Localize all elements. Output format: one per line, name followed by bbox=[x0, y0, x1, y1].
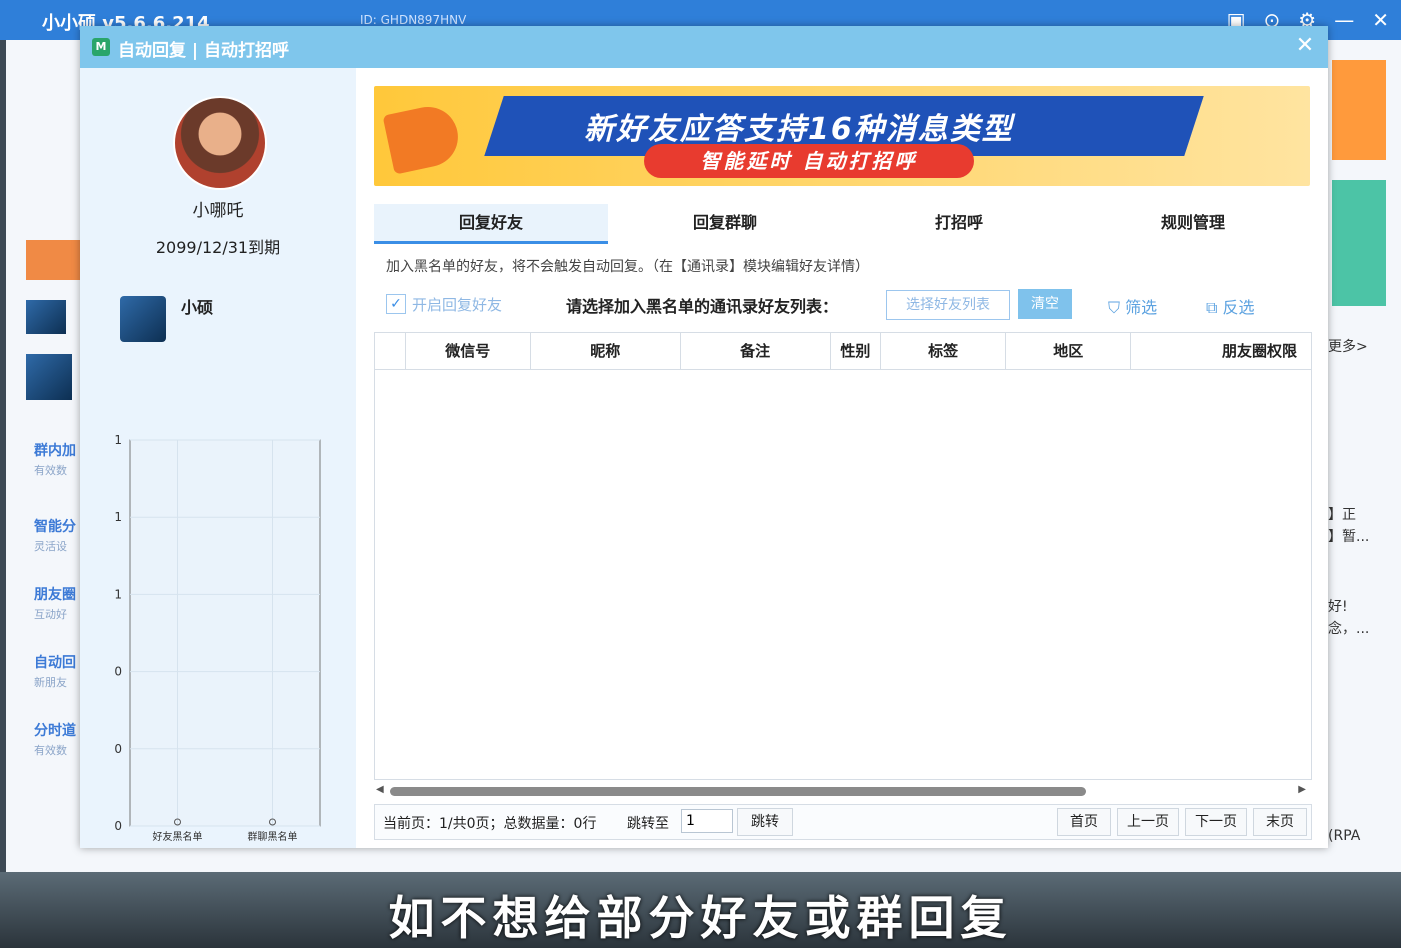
pagination-bar: 当前页：1/共0页；总数据量：0行 跳转至 跳转 首页 上一页 下一页 末页 bbox=[374, 804, 1312, 840]
column-header-remark[interactable]: 备注 bbox=[681, 333, 831, 369]
enable-reply-checkbox[interactable]: ✓ bbox=[386, 294, 406, 314]
background-left-item[interactable]: 智能分 bbox=[34, 516, 82, 536]
background-right-text: (RPA bbox=[1328, 828, 1361, 844]
next-page-button[interactable]: 下一页 bbox=[1185, 808, 1247, 836]
user-avatar bbox=[173, 96, 267, 190]
dialog-close-button[interactable]: ✕ bbox=[1292, 33, 1318, 59]
horizontal-scrollbar[interactable]: ◀ ▶ bbox=[374, 784, 1310, 798]
background-promo-image bbox=[1332, 180, 1386, 306]
enable-reply-label[interactable]: 开启回复好友 bbox=[412, 294, 502, 315]
friend-blacklist-table: 微信号 昵称 备注 性别 标签 地区 朋友圈权限 bbox=[374, 332, 1312, 780]
background-left-sub: 有效数 bbox=[34, 464, 67, 477]
expire-date: 2099/12/31到期 bbox=[155, 238, 281, 257]
background-right-text: 好! bbox=[1328, 599, 1348, 615]
background-left-sub: 新朋友 bbox=[34, 676, 67, 689]
background-left-item[interactable]: 分时道 bbox=[34, 720, 82, 740]
background-left-item[interactable]: 自动回 bbox=[34, 652, 82, 672]
tab-rule-management[interactable]: 规则管理 bbox=[1076, 204, 1310, 244]
select-friend-list-button[interactable]: 选择好友列表 bbox=[886, 290, 1010, 320]
background-left-item[interactable]: 朋友圈 bbox=[34, 584, 82, 604]
background-promo-image bbox=[1332, 60, 1386, 160]
invert-icon: ⧉ bbox=[1206, 298, 1223, 317]
goto-page-input[interactable] bbox=[681, 809, 733, 833]
invert-selection-button[interactable]: ⧉ 反选 bbox=[1206, 294, 1255, 318]
background-left-sub: 有效数 bbox=[34, 744, 67, 757]
table-header: 微信号 昵称 备注 性别 标签 地区 朋友圈权限 bbox=[375, 333, 1311, 370]
column-header-gender[interactable]: 性别 bbox=[831, 333, 882, 369]
tab-reply-friends[interactable]: 回复好友 bbox=[374, 204, 608, 244]
select-list-label: 请选择加入黑名单的通讯录好友列表： bbox=[566, 297, 839, 316]
goto-page-button[interactable]: 跳转 bbox=[737, 808, 793, 836]
column-header-tag[interactable]: 标签 bbox=[881, 333, 1007, 369]
background-avatar-large bbox=[26, 354, 72, 400]
account-avatar[interactable] bbox=[120, 296, 166, 342]
minimize-icon[interactable]: — bbox=[1334, 8, 1354, 32]
scroll-left-arrow-icon[interactable]: ◀ bbox=[376, 784, 384, 795]
last-page-button[interactable]: 末页 bbox=[1253, 808, 1307, 836]
background-right-text: 念，... bbox=[1328, 621, 1370, 637]
user-name: 小哪吒 bbox=[192, 201, 244, 221]
column-checkbox-header[interactable] bbox=[375, 333, 406, 369]
column-header-region[interactable]: 地区 bbox=[1006, 333, 1132, 369]
banner-subtitle: 智能延时 自动打招呼 bbox=[644, 144, 974, 178]
blacklist-notice: 加入黑名单的好友，将不会触发自动回复。（在【通讯录】模块编辑好友详情） bbox=[386, 259, 869, 275]
chart-x-tick-label: 好友黑名单 bbox=[153, 830, 203, 843]
pagination-info: 当前页：1/共0页；总数据量：0行 bbox=[383, 816, 597, 832]
promo-banner[interactable]: 新好友应答支持16种消息类型 智能延时 自动打招呼 bbox=[374, 86, 1310, 186]
column-header-nickname[interactable]: 昵称 bbox=[531, 333, 681, 369]
scroll-thumb[interactable] bbox=[390, 787, 1086, 796]
filter-button[interactable]: ⛉ 筛选 bbox=[1108, 294, 1157, 318]
chart-plot-area bbox=[129, 439, 321, 827]
tab-greeting[interactable]: 打招呼 bbox=[842, 204, 1076, 244]
chart-y-tick-label: 0 bbox=[114, 665, 122, 679]
background-left-sub: 灵活设 bbox=[34, 540, 67, 553]
dialog-title: 自动回复 | 自动打招呼 bbox=[118, 41, 290, 61]
user-panel: 小哪吒 2099/12/31到期 小硕 1 1 1 0 0 0 好友黑名单 群聊黑名单 bbox=[80, 68, 356, 848]
auto-reply-dialog: M 自动回复 | 自动打招呼 ✕ 小哪吒 2099/12/31到期 小硕 111… bbox=[80, 26, 1328, 848]
chart-y-tick-label: 0 bbox=[114, 819, 122, 833]
chart-x-tick-label: 群聊黑名单 bbox=[248, 830, 298, 843]
background-right-text: 】暂... bbox=[1328, 529, 1370, 545]
close-icon[interactable]: ✕ bbox=[1372, 8, 1389, 32]
background-right-text: 】正 bbox=[1328, 507, 1356, 523]
blacklist-chart: 1 1 1 0 0 0 好友黑名单 群聊黑名单 bbox=[114, 433, 321, 843]
banner-title: 新好友应答支持16种消息类型 bbox=[584, 112, 1014, 147]
background-more-link[interactable]: 更多> bbox=[1328, 336, 1368, 356]
account-name: 小硕 bbox=[181, 298, 214, 317]
column-header-wechat-id[interactable]: 微信号 bbox=[406, 333, 531, 369]
filter-icon: ⛉ bbox=[1108, 298, 1126, 317]
background-left-column: 群内加 有效数 智能分 灵活设 朋友圈 互动好 自动回 新朋友 分时道 有效数 bbox=[26, 240, 86, 860]
background-avatar bbox=[26, 300, 66, 334]
goto-page-label: 跳转至 bbox=[627, 816, 669, 832]
invert-label: 反选 bbox=[1222, 298, 1255, 317]
clear-button[interactable]: 清空 bbox=[1018, 289, 1072, 319]
app-logo-icon: M bbox=[92, 38, 110, 56]
chart-y-tick-label: 1 bbox=[114, 433, 122, 447]
megaphone-icon bbox=[382, 101, 464, 175]
background-orange-card bbox=[26, 240, 80, 280]
background-left-sub: 互动好 bbox=[34, 608, 67, 621]
chart-y-tick-label: 1 bbox=[114, 510, 122, 524]
prev-page-button[interactable]: 上一页 bbox=[1117, 808, 1179, 836]
column-header-moments-permission[interactable]: 朋友圈权限 bbox=[1131, 333, 1311, 369]
blacklist-toolbar: ✓ 开启回复好友 请选择加入黑名单的通讯录好友列表： 选择好友列表 清空 ⛉ 筛… bbox=[386, 288, 1306, 322]
scroll-right-arrow-icon[interactable]: ▶ bbox=[1298, 784, 1306, 795]
first-page-button[interactable]: 首页 bbox=[1057, 808, 1111, 836]
background-right-column: 更多> 】正 】暂... 好! 念，... (RPA bbox=[1328, 60, 1398, 860]
filter-label: 筛选 bbox=[1125, 298, 1158, 317]
video-subtitle: 如不想给部分好友或群回复 bbox=[388, 891, 1013, 945]
tab-bar: 回复好友 回复群聊 打招呼 规则管理 bbox=[374, 204, 1310, 244]
dialog-titlebar: M 自动回复 | 自动打招呼 ✕ bbox=[80, 26, 1328, 68]
chart-y-tick-label: 1 bbox=[114, 587, 122, 601]
background-id-text: ID: GHDN897HNV bbox=[360, 13, 467, 27]
tab-reply-groups[interactable]: 回复群聊 bbox=[608, 204, 842, 244]
main-panel: 新好友应答支持16种消息类型 智能延时 自动打招呼 回复好友 回复群聊 打招呼 … bbox=[356, 68, 1328, 848]
background-left-item[interactable]: 群内加 bbox=[34, 440, 82, 460]
chart-y-tick-label: 0 bbox=[114, 742, 122, 756]
